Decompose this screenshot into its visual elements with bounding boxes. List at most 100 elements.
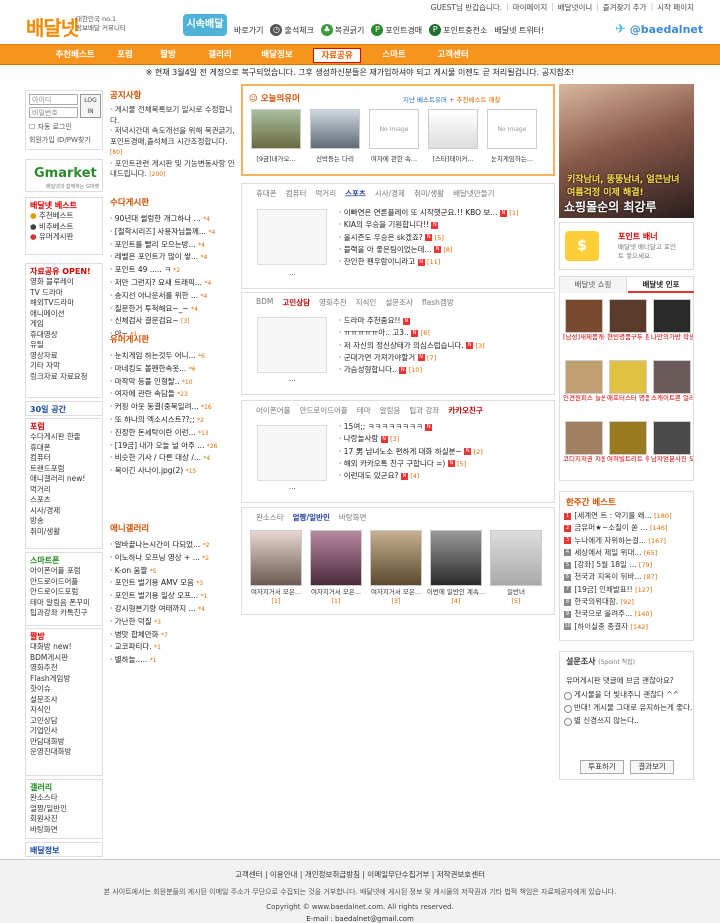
- humor-caption[interactable]: 여자에 관한 속...: [365, 153, 423, 163]
- list-item[interactable]: 7 [19금] 인체발표!! [127]: [564, 584, 689, 596]
- humor-thumb-noimage[interactable]: No Image: [369, 109, 419, 149]
- shop-item[interactable]: [남성]새제품캐쥬얼슈즈: [563, 299, 605, 341]
- shop-item[interactable]: 인견원피스 늘씬한효과: [563, 360, 605, 402]
- left-30-title[interactable]: 30일 공간: [30, 404, 98, 415]
- list-item[interactable]: · 블랙을 아 좋은팀이었는데... N [8]: [339, 244, 519, 256]
- gallery-thumb[interactable]: [490, 530, 542, 586]
- sidebar-item[interactable]: 팁과강좌 카톡친구: [30, 608, 98, 619]
- join-links[interactable]: 회원가입 ID/PW찾기: [29, 135, 91, 145]
- sidebar-item-notrecommend[interactable]: ● 비추베스트: [30, 222, 98, 233]
- list-item[interactable]: · 잔인한 팬우람이니라고 N [11]: [339, 256, 519, 268]
- list-item[interactable]: · 별하늘..... *1: [110, 654, 236, 667]
- list-item[interactable]: · [철학시리즈] 사용자님들께... *4: [110, 226, 236, 239]
- sidebar-item[interactable]: 휴대영상: [30, 330, 98, 341]
- footer-link[interactable]: 개인정보취급방침: [305, 870, 360, 879]
- tab[interactable]: 얼짱/일반인: [293, 512, 330, 523]
- tab[interactable]: 영화추천: [319, 297, 347, 308]
- survey-option[interactable]: 게시물을 더 빛내주니 괜찮다 ^^: [560, 690, 693, 700]
- notice-item[interactable]: · 게시물 전체목록보기 일시로 수정합니다.: [110, 105, 236, 126]
- shop-item[interactable]: 스캐이트쁜 얼러겠어요: [651, 360, 693, 402]
- sidebar-item[interactable]: 시사/경제: [30, 506, 98, 517]
- tab[interactable]: 설문조사: [385, 297, 413, 308]
- sidebar-item[interactable]: Flash게임방: [30, 674, 98, 685]
- tab[interactable]: 먹거리: [315, 188, 336, 199]
- sidebar-item[interactable]: 고민상담: [30, 716, 98, 727]
- nav-gallery[interactable]: 갤러리: [201, 48, 239, 63]
- tab[interactable]: flash겜방: [422, 297, 454, 308]
- tab[interactable]: 알림음: [380, 405, 401, 416]
- list-item[interactable]: · 레벨은 포인트가 많이 쌓... *4: [110, 251, 236, 264]
- footer-link[interactable]: 고객센터: [235, 870, 263, 879]
- footer-link[interactable]: 저작권보호센터: [437, 870, 485, 879]
- site-logo[interactable]: 배달넷: [26, 12, 79, 41]
- sidebar-item-humor[interactable]: ● 유머게시판: [30, 232, 98, 243]
- mypage-link[interactable]: 마이페이지: [513, 2, 548, 13]
- login-button[interactable]: LOG IN: [80, 94, 101, 118]
- list-item[interactable]: 3 누나에게 자위하는걸... [167]: [564, 535, 689, 547]
- list-item[interactable]: · 드라마 추천줌요!! N: [339, 315, 485, 327]
- list-item[interactable]: · 이빠연은 연론플레이 또 시작햇군요.!! KBO 보... N [1]: [339, 207, 519, 219]
- humor-thumb[interactable]: [251, 109, 301, 149]
- list-item[interactable]: · 포인트 49 ..... ㅋ *2: [110, 264, 236, 277]
- sidebar-item-recommend[interactable]: ● 추천베스트: [30, 211, 98, 222]
- list-item[interactable]: · 올시즌도 우승은 sk겠죠? N [5]: [339, 232, 519, 244]
- sidebar-item[interactable]: 아이폰어플 포럼: [30, 566, 98, 577]
- sidebar-item[interactable]: 회원사진: [30, 814, 98, 825]
- gmarket-banner[interactable]: Gmarket 배달넷과 함께하는 G마켓: [25, 159, 103, 192]
- sidebar-item[interactable]: 영화 블루레이: [30, 277, 98, 288]
- sidebar-item[interactable]: 게임: [30, 319, 98, 330]
- tab-shopping[interactable]: 배달넷 쇼핑: [560, 277, 627, 293]
- list-item[interactable]: · 강시형본기량 여태까지 ... *4: [110, 603, 236, 616]
- list-item[interactable]: · 병맛 합체만화 *7: [110, 629, 236, 642]
- list-item[interactable]: · 목이긴 사나이.jpg(2) *15: [110, 465, 236, 478]
- last-best-link[interactable]: 지난 베스트유머: [403, 96, 447, 104]
- sidebar-item[interactable]: 수다게시판 한줄: [30, 432, 98, 443]
- tab[interactable]: 시사/경제: [375, 188, 405, 199]
- list-item[interactable]: · 해외 카카오톡 친구 구합니다 =) N [5]: [339, 458, 483, 470]
- tab[interactable]: 카카오친구: [448, 405, 483, 416]
- list-item[interactable]: · 비슷한 기사 / 다른 대상 /... *4: [110, 452, 236, 465]
- sidebar-item[interactable]: 바탕화면: [30, 825, 98, 836]
- humor-thumb[interactable]: [310, 109, 360, 149]
- shop-item[interactable]: 애프터스터 명품피아노: [607, 360, 649, 402]
- gallery-thumb[interactable]: [430, 530, 482, 586]
- list-item[interactable]: 1 [세계연 트 : 약기를 왜... [180]: [564, 510, 689, 522]
- tab-block-thumb[interactable]: [257, 425, 327, 481]
- gallery-thumb[interactable]: [250, 530, 302, 586]
- list-item[interactable]: · 신체검사 결문검요~ [3]: [110, 315, 236, 328]
- survey-option[interactable]: 별 신경쓰지 않는다..: [560, 716, 693, 726]
- list-item[interactable]: · K-on 움짤 *5: [110, 565, 236, 578]
- sidebar-item[interactable]: 테마 알림음 폰꾸미: [30, 598, 98, 609]
- survey-option[interactable]: 반대! 게시물 그대로 유지하는게 좋다.: [560, 703, 693, 713]
- shop-item[interactable]: 여혀빌트리트 휘파냅시: [607, 421, 649, 463]
- list-item[interactable]: · 나랑놀사람 N [3]: [339, 433, 483, 445]
- preview-link[interactable]: 추천베스트 예찰: [457, 96, 501, 104]
- nav-share[interactable]: 자료공유: [313, 48, 361, 63]
- list-item[interactable]: 9 천국으로 올려주... [140]: [564, 608, 689, 620]
- list-item[interactable]: · 15여;; ㅋㅋㅋㅋㅋㅋㅋㅋ N: [339, 421, 483, 433]
- list-item[interactable]: 2 금유머★~소질이 쏟 ... [146]: [564, 522, 689, 534]
- list-item[interactable]: · 90년대 썰렁한 개그하나 ... *4: [110, 213, 236, 226]
- password-input[interactable]: 비밀번호: [29, 107, 78, 118]
- gallery-caption[interactable]: 여자지거서 모은... [1]: [306, 588, 366, 606]
- point-auction-link[interactable]: P 포인트경매: [371, 24, 422, 36]
- tab[interactable]: 바탕화면: [339, 512, 367, 523]
- tab[interactable]: 안드로이드어플: [300, 405, 348, 416]
- tab-block-thumb[interactable]: [257, 209, 327, 265]
- left-info-title[interactable]: 배달정보: [30, 845, 98, 856]
- gallery-caption[interactable]: 여자지거서 모은... [3]: [366, 588, 426, 606]
- sidebar-item[interactable]: 방송: [30, 516, 98, 527]
- notice-item[interactable]: · 포인트관련 게시판 및 기능변동사항 안내드립니다. [200]: [110, 159, 236, 181]
- nav-forum[interactable]: 포럼: [110, 48, 140, 63]
- tab[interactable]: 취미/생활: [414, 188, 444, 199]
- sidebar-item[interactable]: 설문조사: [30, 695, 98, 706]
- sidebar-item[interactable]: 영상자료: [30, 351, 98, 362]
- tab[interactable]: 배달넷만들기: [453, 188, 494, 199]
- sidebar-item[interactable]: 링크자료 자료요청: [30, 372, 98, 383]
- sidebar-item[interactable]: 만담대화방: [30, 737, 98, 748]
- footer-link[interactable]: 이용안내: [270, 870, 298, 879]
- nav-jjal[interactable]: 짤방: [153, 48, 183, 63]
- sidebar-item[interactable]: 안드로이드어플: [30, 577, 98, 588]
- bookmark-link[interactable]: 즐겨찾기 추가: [603, 2, 647, 13]
- list-item[interactable]: · [19금] 내가 오늘 널 아주 ... *26: [110, 440, 236, 453]
